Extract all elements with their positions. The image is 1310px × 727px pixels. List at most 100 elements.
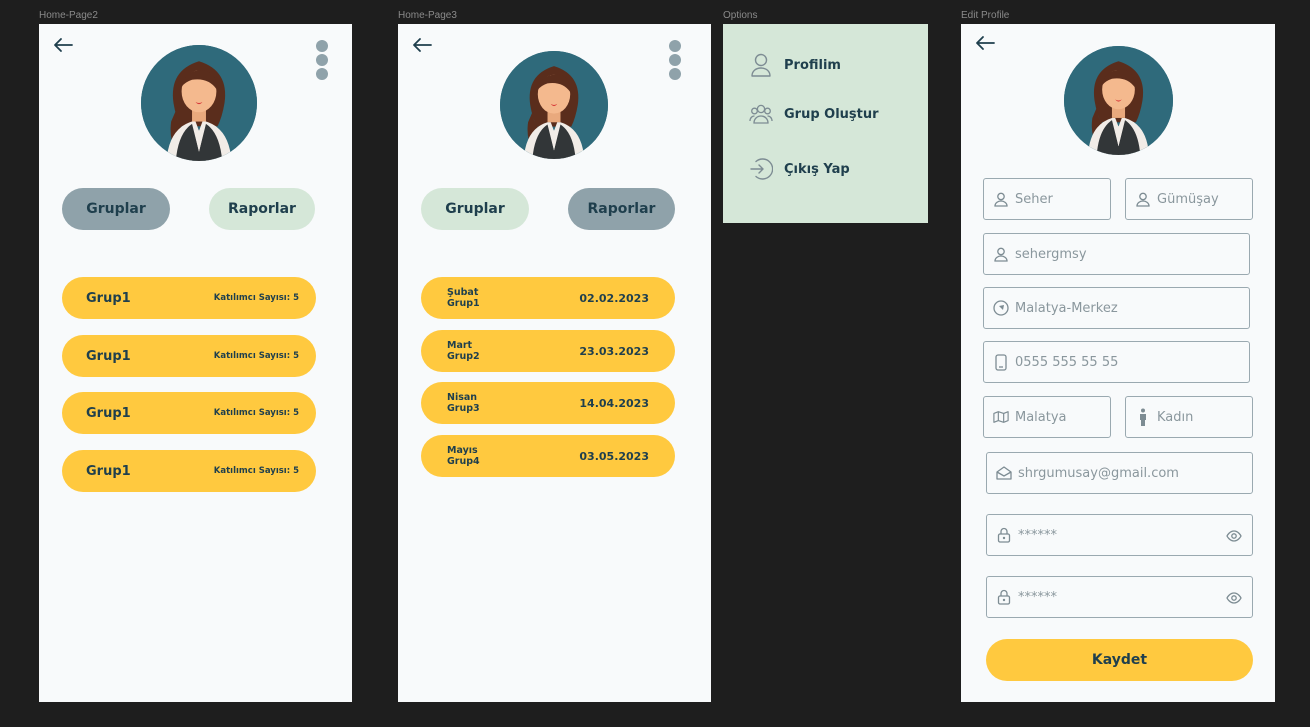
report-group: Grup1 [447,298,480,309]
logout-icon [749,156,773,182]
back-button[interactable] [53,37,75,55]
more-menu-button[interactable] [316,40,332,80]
user-icon [749,52,773,78]
report-card[interactable]: Şubat Grup1 02.02.2023 [421,277,675,319]
kebab-dot [669,68,681,80]
home-page3-frame: Gruplar Raporlar Şubat Grup1 02.02.2023 … [398,24,711,702]
menu-item-create-group[interactable]: Grup Oluştur [749,101,879,127]
kebab-dot [316,54,328,66]
gender-field[interactable]: Kadın [1125,396,1253,438]
eye-icon[interactable] [1226,590,1242,606]
group-card[interactable]: Grup1 Katılımcı Sayısı: 5 [62,277,316,319]
home-page2-frame: Gruplar Raporlar Grup1 Katılımcı Sayısı:… [39,24,352,702]
report-month: Mart [447,340,473,351]
location-icon [993,300,1009,316]
menu-item-logout[interactable]: Çıkış Yap [749,156,850,182]
last-name-value: Gümüşay [1157,191,1219,207]
user-icon [993,191,1009,207]
email-value: shrgumusay@gmail.com [1018,465,1179,481]
report-date: 02.02.2023 [579,291,649,305]
frame-label-home2: Home-Page2 [39,10,98,21]
username-value: sehergmsy [1015,246,1087,262]
report-month: Nisan [447,392,478,403]
kebab-dot [316,40,328,52]
group-card[interactable]: Grup1 Katılımcı Sayısı: 5 [62,450,316,492]
save-button[interactable]: Kaydet [986,639,1253,681]
kebab-dot [669,54,681,66]
back-button[interactable] [975,35,997,53]
username-field[interactable]: sehergmsy [983,233,1250,275]
lock-icon [996,589,1012,605]
report-group: Grup4 [447,456,480,467]
report-card[interactable]: Mart Grup2 23.03.2023 [421,330,675,372]
frame-label-home3: Home-Page3 [398,10,457,21]
more-menu-button[interactable] [669,40,685,80]
city-field[interactable]: Malatya [983,396,1111,438]
report-labels: Mart Grup2 [447,340,480,362]
participant-count: Katılımcı Sayısı: 5 [213,466,299,476]
kebab-dot [316,68,328,80]
report-date: 03.05.2023 [579,449,649,463]
password-value: ****** [1018,527,1057,543]
report-month: Mayıs [447,445,478,456]
eye-icon[interactable] [1226,528,1242,544]
tab-reports[interactable]: Raporlar [568,188,675,230]
report-group: Grup2 [447,351,480,362]
first-name-value: Seher [1015,191,1053,207]
report-labels: Mayıs Grup4 [447,445,480,467]
menu-item-label: Çıkış Yap [784,161,850,177]
participant-count: Katılımcı Sayısı: 5 [213,293,299,303]
avatar [141,45,257,161]
menu-item-profile[interactable]: Profilim [749,52,841,78]
tab-groups[interactable]: Gruplar [421,188,529,230]
confirm-password-value: ****** [1018,589,1057,605]
person-icon [1135,408,1151,426]
back-button[interactable] [412,37,434,55]
user-icon [1135,191,1151,207]
report-date: 23.03.2023 [579,344,649,358]
gender-value: Kadın [1157,409,1194,425]
menu-item-label: Grup Oluştur [784,106,879,122]
tab-reports[interactable]: Raporlar [209,188,315,230]
kebab-dot [669,40,681,52]
arrow-left-icon [54,38,73,52]
lock-icon [996,527,1012,543]
phone-icon [993,353,1009,371]
group-name: Grup1 [86,463,131,479]
avatar [1064,46,1173,155]
phone-value: 0555 555 55 55 [1015,354,1119,370]
group-name: Grup1 [86,405,131,421]
report-card[interactable]: Nisan Grup3 14.04.2023 [421,382,675,424]
arrow-left-icon [976,36,995,50]
group-card[interactable]: Grup1 Katılımcı Sayısı: 5 [62,392,316,434]
participant-count: Katılımcı Sayısı: 5 [213,351,299,361]
report-month: Şubat [447,287,479,298]
frame-label-options: Options [723,10,758,21]
email-icon [996,465,1012,481]
location-field[interactable]: Malatya-Merkez [983,287,1250,329]
last-name-field[interactable]: Gümüşay [1125,178,1253,220]
avatar [500,51,608,159]
report-card[interactable]: Mayıs Grup4 03.05.2023 [421,435,675,477]
options-menu: Profilim Grup Oluştur Çıkış Yap [723,24,928,223]
group-card[interactable]: Grup1 Katılımcı Sayısı: 5 [62,335,316,377]
confirm-password-field[interactable]: ****** [986,576,1253,618]
frame-label-edit: Edit Profile [961,10,1010,21]
location-value: Malatya-Merkez [1015,300,1118,316]
edit-profile-frame: Seher Gümüşay sehergmsy Malatya-Merkez 0… [961,24,1275,702]
report-date: 14.04.2023 [579,396,649,410]
group-name: Grup1 [86,348,131,364]
email-field[interactable]: shrgumusay@gmail.com [986,452,1253,494]
map-icon [993,409,1009,425]
tab-groups[interactable]: Gruplar [62,188,170,230]
city-value: Malatya [1015,409,1067,425]
password-field[interactable]: ****** [986,514,1253,556]
group-name: Grup1 [86,290,131,306]
report-labels: Nisan Grup3 [447,392,480,414]
group-icon [749,101,773,127]
menu-item-label: Profilim [784,57,841,73]
arrow-left-icon [413,38,432,52]
user-icon [993,246,1009,262]
phone-field[interactable]: 0555 555 55 55 [983,341,1250,383]
first-name-field[interactable]: Seher [983,178,1111,220]
